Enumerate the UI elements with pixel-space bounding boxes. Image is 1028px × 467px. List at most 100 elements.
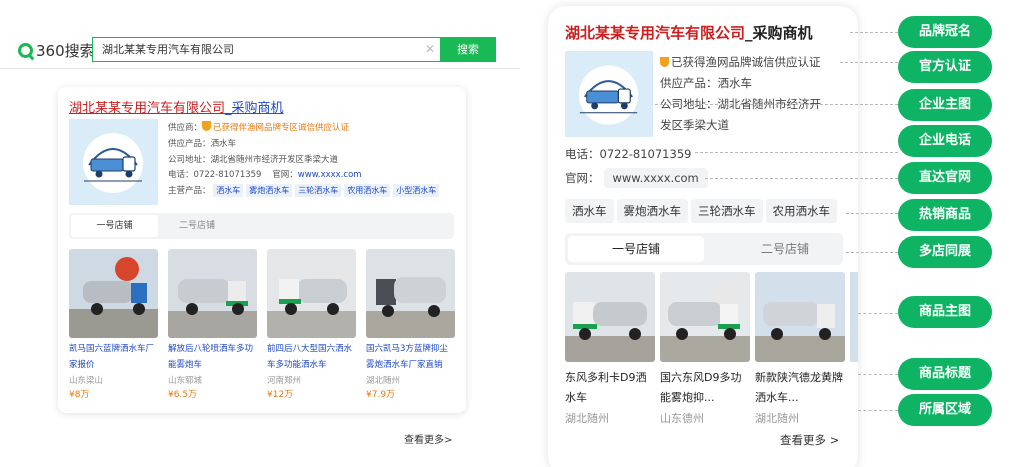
callout-multi-shop: 多店同展 [898, 236, 992, 268]
mobile-product-image[interactable] [755, 272, 845, 362]
mobile-product-location: 山东德州 [660, 412, 704, 425]
product-location: 河南郑州 [267, 376, 302, 386]
view-more-link[interactable]: 查看更多> [404, 431, 452, 446]
mobile-product-title[interactable]: 东风多利卡D9洒水车 [565, 368, 655, 408]
mobile-company-logo[interactable] [565, 51, 653, 137]
shield-icon [660, 57, 669, 67]
mobile-title-main: 湖北某某专用汽车有限公司 [565, 24, 746, 42]
main-tag[interactable]: 小型洒水车 [393, 184, 440, 197]
mobile-view-more-link[interactable]: 查看更多 > [780, 432, 839, 448]
product-image[interactable] [168, 249, 257, 338]
product-image[interactable] [366, 249, 455, 338]
website-link[interactable]: www.xxxx.com [298, 170, 362, 180]
mobile-product-image[interactable] [660, 272, 750, 362]
main-tag[interactable]: 雾炮洒水车 [246, 184, 293, 197]
callout-region: 所属区域 [898, 394, 992, 426]
leader-line [858, 313, 898, 314]
mobile-tag[interactable]: 洒水车 [565, 199, 614, 223]
mobile-product-card[interactable]: 新款陕汽德龙黄牌洒水车... 湖北随州 [755, 272, 845, 426]
tab-shop-1[interactable]: 一号店铺 [71, 215, 158, 237]
result-title-link[interactable]: 湖北某某专用汽车有限公司_采购商机 [69, 97, 284, 116]
mobile-website-link[interactable]: www.xxxx.com [603, 168, 708, 188]
mobile-website-row: 官网： www.xxxx.com [565, 168, 708, 188]
mobile-website-label: 官网： [565, 171, 600, 185]
callout-certification: 官方认证 [898, 51, 992, 83]
mobile-address-line2: 发区季梁大道 [660, 118, 729, 132]
product-image[interactable] [267, 249, 356, 338]
search-logo-icon [18, 43, 33, 58]
mobile-product-card[interactable]: 东风多利卡D9洒水车 湖北随州 [565, 272, 655, 426]
leader-line [850, 32, 898, 33]
leader-line [846, 213, 898, 214]
search-input[interactable]: 湖北某某专用汽车有限公司 [92, 37, 440, 62]
mobile-supply-text: 供应产品：洒水车 [660, 76, 752, 90]
chevron-right-icon: > [829, 433, 840, 447]
mobile-product-title[interactable]: 新款陕汽德龙黄牌洒水车... [755, 368, 845, 408]
supply-text: 供应产品：洒水车 [168, 139, 237, 149]
search-logo[interactable]: 360搜索 [18, 40, 95, 61]
leader-line [846, 252, 898, 253]
product-title[interactable]: 解放后八轮喷洒车多功能雾炮车 [168, 341, 257, 373]
mobile-tab-shop-1[interactable]: 一号店铺 [568, 236, 704, 262]
mobile-title-link[interactable]: 湖北某某专用汽车有限公司_采购商机 [565, 22, 813, 43]
main-products-label: 主营产品： [168, 186, 211, 196]
mobile-shop-tabs: 一号店铺 二号店铺 [565, 233, 843, 265]
mobile-tag[interactable]: 三轮洒水车 [691, 199, 763, 223]
shop-tabs: 一号店铺 二号店铺 [69, 213, 454, 239]
mobile-product-card[interactable]: 国六东风D9多功能雾炮抑... 山东德州 [660, 272, 750, 426]
mobile-product-peek [850, 272, 858, 362]
mobile-tag[interactable]: 雾炮洒水车 [616, 199, 688, 223]
product-card[interactable]: 国六凯马3方蓝牌抑尘雾炮洒水车厂家直销 湖北随州 ¥7.9万 [366, 249, 455, 400]
callout-official-site: 直达官网 [898, 162, 992, 194]
callout-product-title: 商品标题 [898, 358, 992, 390]
main-products-row: 主营产品： 洒水车 雾炮洒水车 三轮洒水车 农用洒水车 小型洒水车 [168, 184, 442, 197]
product-card[interactable]: 解放后八轮喷洒车多功能雾炮车 山东郓城 ¥6.5万 [168, 249, 257, 400]
callout-hot-products: 热销商品 [898, 199, 992, 231]
mobile-product-title[interactable]: 国六东风D9多功能雾炮抑... [660, 368, 750, 408]
clear-icon[interactable]: ✕ [425, 42, 435, 56]
callout-brand: 品牌冠名 [898, 16, 992, 48]
mobile-product-location: 湖北随州 [755, 412, 799, 425]
search-button[interactable]: 搜索 [440, 37, 496, 62]
product-title[interactable]: 前四后八大型国六洒水车多功能洒水车 [267, 341, 356, 373]
mobile-tag-list: 洒水车 雾炮洒水车 三轮洒水车 农用洒水车 [565, 199, 837, 223]
product-image[interactable] [69, 249, 158, 338]
supplier-label: 供应商： [168, 123, 203, 133]
mobile-view-more-label: 查看更多 [780, 433, 826, 447]
product-title[interactable]: 国六凯马3方蓝牌抑尘雾炮洒水车厂家直销 [366, 341, 455, 373]
mobile-cert-row: 已获得渔网品牌诚信供应认证 [660, 54, 821, 70]
result-title-main: 湖北某某专用汽车有限公司 [69, 101, 226, 116]
mobile-mockup: 湖北某某专用汽车有限公司_采购商机 已获得渔网品牌诚信供应认证 供应产品：洒水车… [548, 6, 858, 467]
product-title[interactable]: 凯马国六蓝牌洒水车厂家报价 [69, 341, 158, 373]
main-tag[interactable]: 三轮洒水车 [295, 184, 342, 197]
mobile-cert-text: 已获得渔网品牌诚信供应认证 [671, 55, 821, 69]
tab-shop-2[interactable]: 二号店铺 [167, 215, 227, 237]
cert-text: 已获得伴渔网品牌专区诚信供应认证 [213, 123, 350, 133]
product-price: ¥6.5万 [168, 390, 198, 400]
website-label: 官网： [272, 170, 298, 180]
mobile-tag[interactable]: 农用洒水车 [765, 199, 837, 223]
main-tag[interactable]: 农用洒水车 [344, 184, 391, 197]
leader-line [695, 152, 898, 153]
product-price: ¥8万 [69, 390, 90, 400]
callout-company-image: 企业主图 [898, 89, 992, 121]
header-divider [0, 68, 520, 69]
product-location: 山东郓城 [168, 376, 203, 386]
mobile-title-suffix: _采购商机 [745, 24, 813, 42]
callout-product-image: 商品主图 [898, 296, 992, 328]
mobile-product-location: 湖北随州 [565, 412, 609, 425]
result-title-suffix: _采购商机 [225, 101, 284, 116]
mobile-tab-shop-2[interactable]: 二号店铺 [725, 236, 845, 262]
result-card: 湖北某某专用汽车有限公司_采购商机 供应商： 已获得伴渔网品牌专区诚信供应认证 供… [58, 87, 466, 413]
main-tag[interactable]: 洒水车 [213, 184, 244, 197]
leader-line [840, 62, 898, 63]
product-card[interactable]: 前四后八大型国六洒水车多功能洒水车 河南郑州 ¥12万 [267, 249, 356, 400]
mobile-phone-text[interactable]: 电话：0722-81071359 [565, 146, 691, 162]
product-location: 湖北随州 [366, 376, 401, 386]
product-card[interactable]: 凯马国六蓝牌洒水车厂家报价 山东梁山 ¥8万 [69, 249, 158, 400]
leader-line [858, 374, 898, 375]
leader-line [705, 178, 898, 179]
callout-company-phone: 企业电话 [898, 125, 992, 157]
mobile-product-image[interactable] [565, 272, 655, 362]
company-logo[interactable] [69, 119, 158, 205]
